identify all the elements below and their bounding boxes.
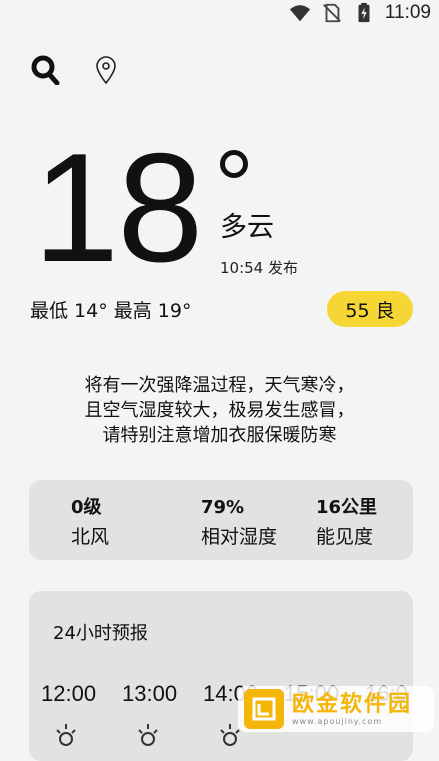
watermark-logo-icon	[244, 689, 284, 729]
forecast-title: 24小时预报	[53, 623, 148, 644]
degree-symbol	[220, 150, 248, 178]
location-pin-icon[interactable]	[94, 55, 118, 85]
advice-line: 将有一次强降温过程，天气寒冷，	[84, 375, 355, 396]
weather-advice: 将有一次强降温过程，天气寒冷， 且空气湿度较大，极易发生感冒， 请特别注意增加衣…	[0, 373, 439, 448]
advice-line: 请特别注意增加衣服保暖防寒	[102, 425, 337, 446]
sun-icon	[56, 724, 76, 746]
wifi-icon	[289, 5, 310, 22]
battery-charging-icon	[358, 2, 370, 23]
search-icon[interactable]	[30, 55, 60, 85]
no-sim-icon	[322, 3, 341, 23]
temperature-range: 最低 14° 最高 19°	[30, 300, 192, 322]
humidity-value: 79%	[201, 497, 245, 518]
advice-line: 且空气湿度较大，极易发生感冒，	[84, 400, 355, 421]
aqi-badge[interactable]: 55 良	[327, 291, 413, 327]
weather-stats-card: 0级 北风 79% 相对湿度 16公里 能见度	[29, 480, 413, 560]
sun-icon	[138, 724, 158, 746]
visibility-stat: 16公里 能见度	[316, 496, 377, 550]
watermark-name: 欧金软件园	[292, 691, 413, 717]
forecast-hour: 13:00	[122, 681, 178, 706]
humidity-stat: 79% 相对湿度	[201, 496, 277, 550]
watermark: 欧金软件园 www.apoujiny.com	[238, 686, 434, 732]
wind-stat: 0级 北风	[71, 496, 109, 550]
forecast-hour: 12:00	[41, 681, 97, 706]
weather-condition: 多云	[220, 212, 274, 243]
visibility-value: 16公里	[316, 497, 378, 518]
status-time: 11:09	[384, 2, 431, 23]
publish-time: 10:54 发布	[220, 259, 298, 277]
wind-direction: 北风	[71, 526, 110, 548]
humidity-label: 相对湿度	[201, 526, 278, 548]
watermark-url: www.apoujiny.com	[292, 716, 383, 726]
wind-level: 0级	[71, 497, 102, 518]
current-temperature: 18	[33, 121, 203, 294]
top-toolbar	[30, 55, 118, 85]
status-bar: 11:09	[0, 0, 439, 26]
visibility-label: 能见度	[316, 526, 374, 548]
forecast-icons	[53, 721, 243, 747]
